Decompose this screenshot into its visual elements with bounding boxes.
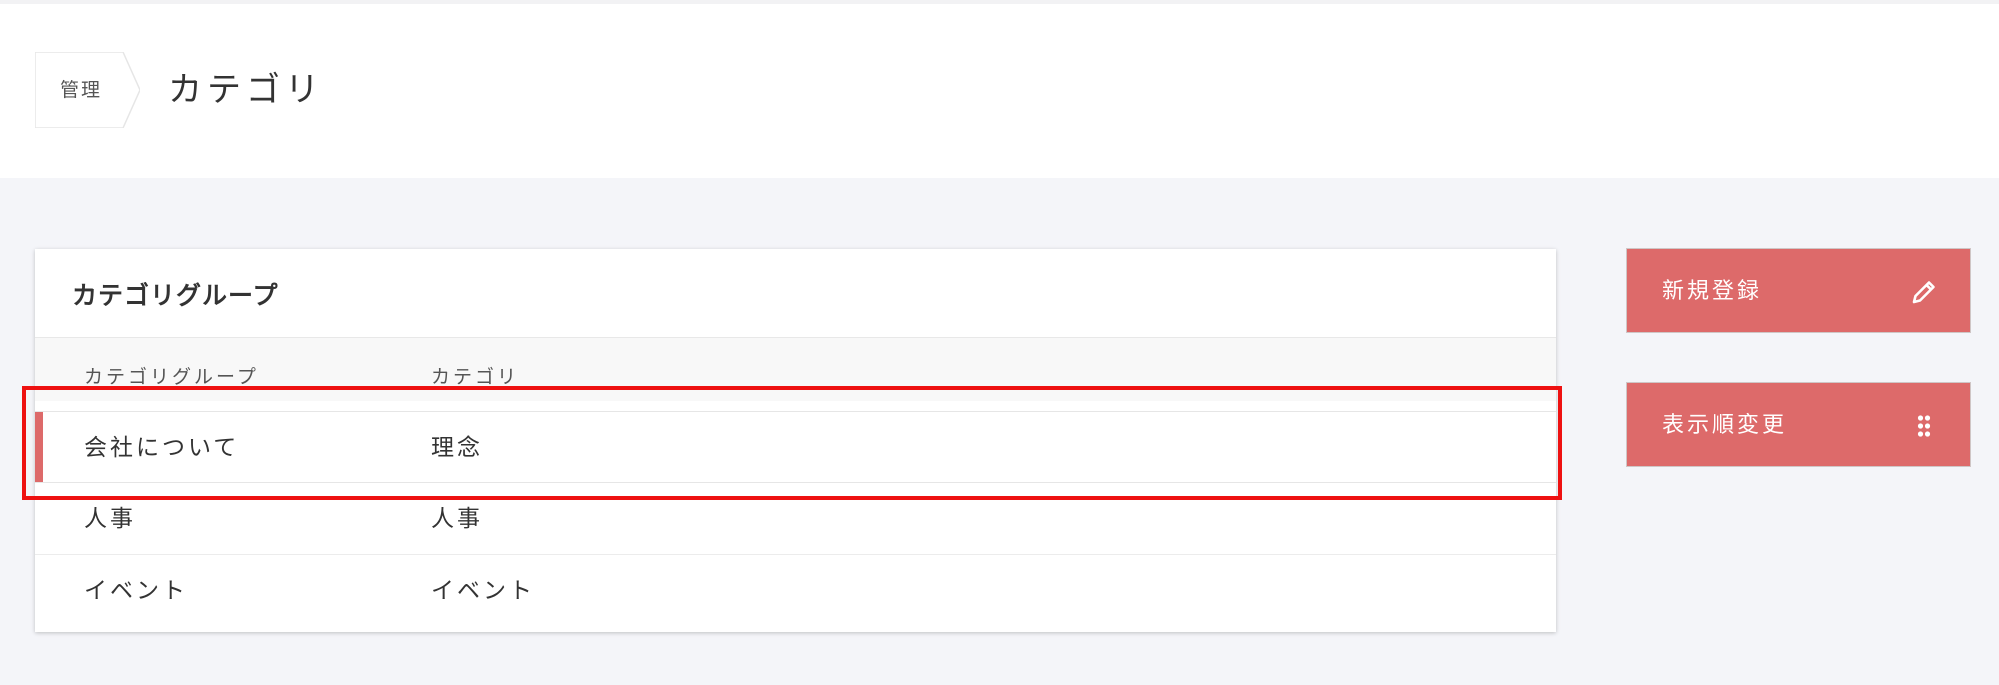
new-register-label: 新規登録 [1662, 279, 1763, 304]
pencil-icon [1912, 281, 1935, 304]
column-header-group: カテゴリグループ [84, 366, 259, 388]
breadcrumb[interactable]: 管理 [35, 52, 140, 128]
reorder-label: 表示順変更 [1662, 413, 1788, 438]
selected-row-indicator [35, 412, 43, 482]
row-group-cell: イベント [84, 578, 188, 604]
card-title: カテゴリグループ [72, 281, 279, 310]
drag-handle-icon [1917, 415, 1931, 437]
row-category-cell: 人事 [431, 506, 483, 532]
column-header-category: カテゴリ [431, 366, 520, 388]
reorder-button[interactable]: 表示順変更 [1626, 382, 1971, 467]
page-header: 管理 カテゴリ [0, 0, 1999, 178]
category-group-card: カテゴリグループ カテゴリグループ カテゴリ 会社について 理念 人事 人事 イ… [35, 249, 1556, 632]
table-row[interactable]: 会社について 理念 [35, 411, 1556, 483]
row-category-cell: イベント [431, 578, 535, 604]
new-register-button[interactable]: 新規登録 [1626, 248, 1971, 333]
breadcrumb-item-admin[interactable]: 管理 [35, 52, 127, 128]
table-header: カテゴリグループ カテゴリ [35, 337, 1556, 401]
row-category-cell: 理念 [431, 435, 483, 461]
row-group-cell: 人事 [84, 506, 136, 532]
table-row[interactable]: 人事 人事 [35, 483, 1556, 555]
table-row[interactable]: イベント イベント [35, 555, 1556, 631]
row-group-cell: 会社について [84, 435, 240, 461]
page-title: カテゴリ [168, 70, 324, 110]
